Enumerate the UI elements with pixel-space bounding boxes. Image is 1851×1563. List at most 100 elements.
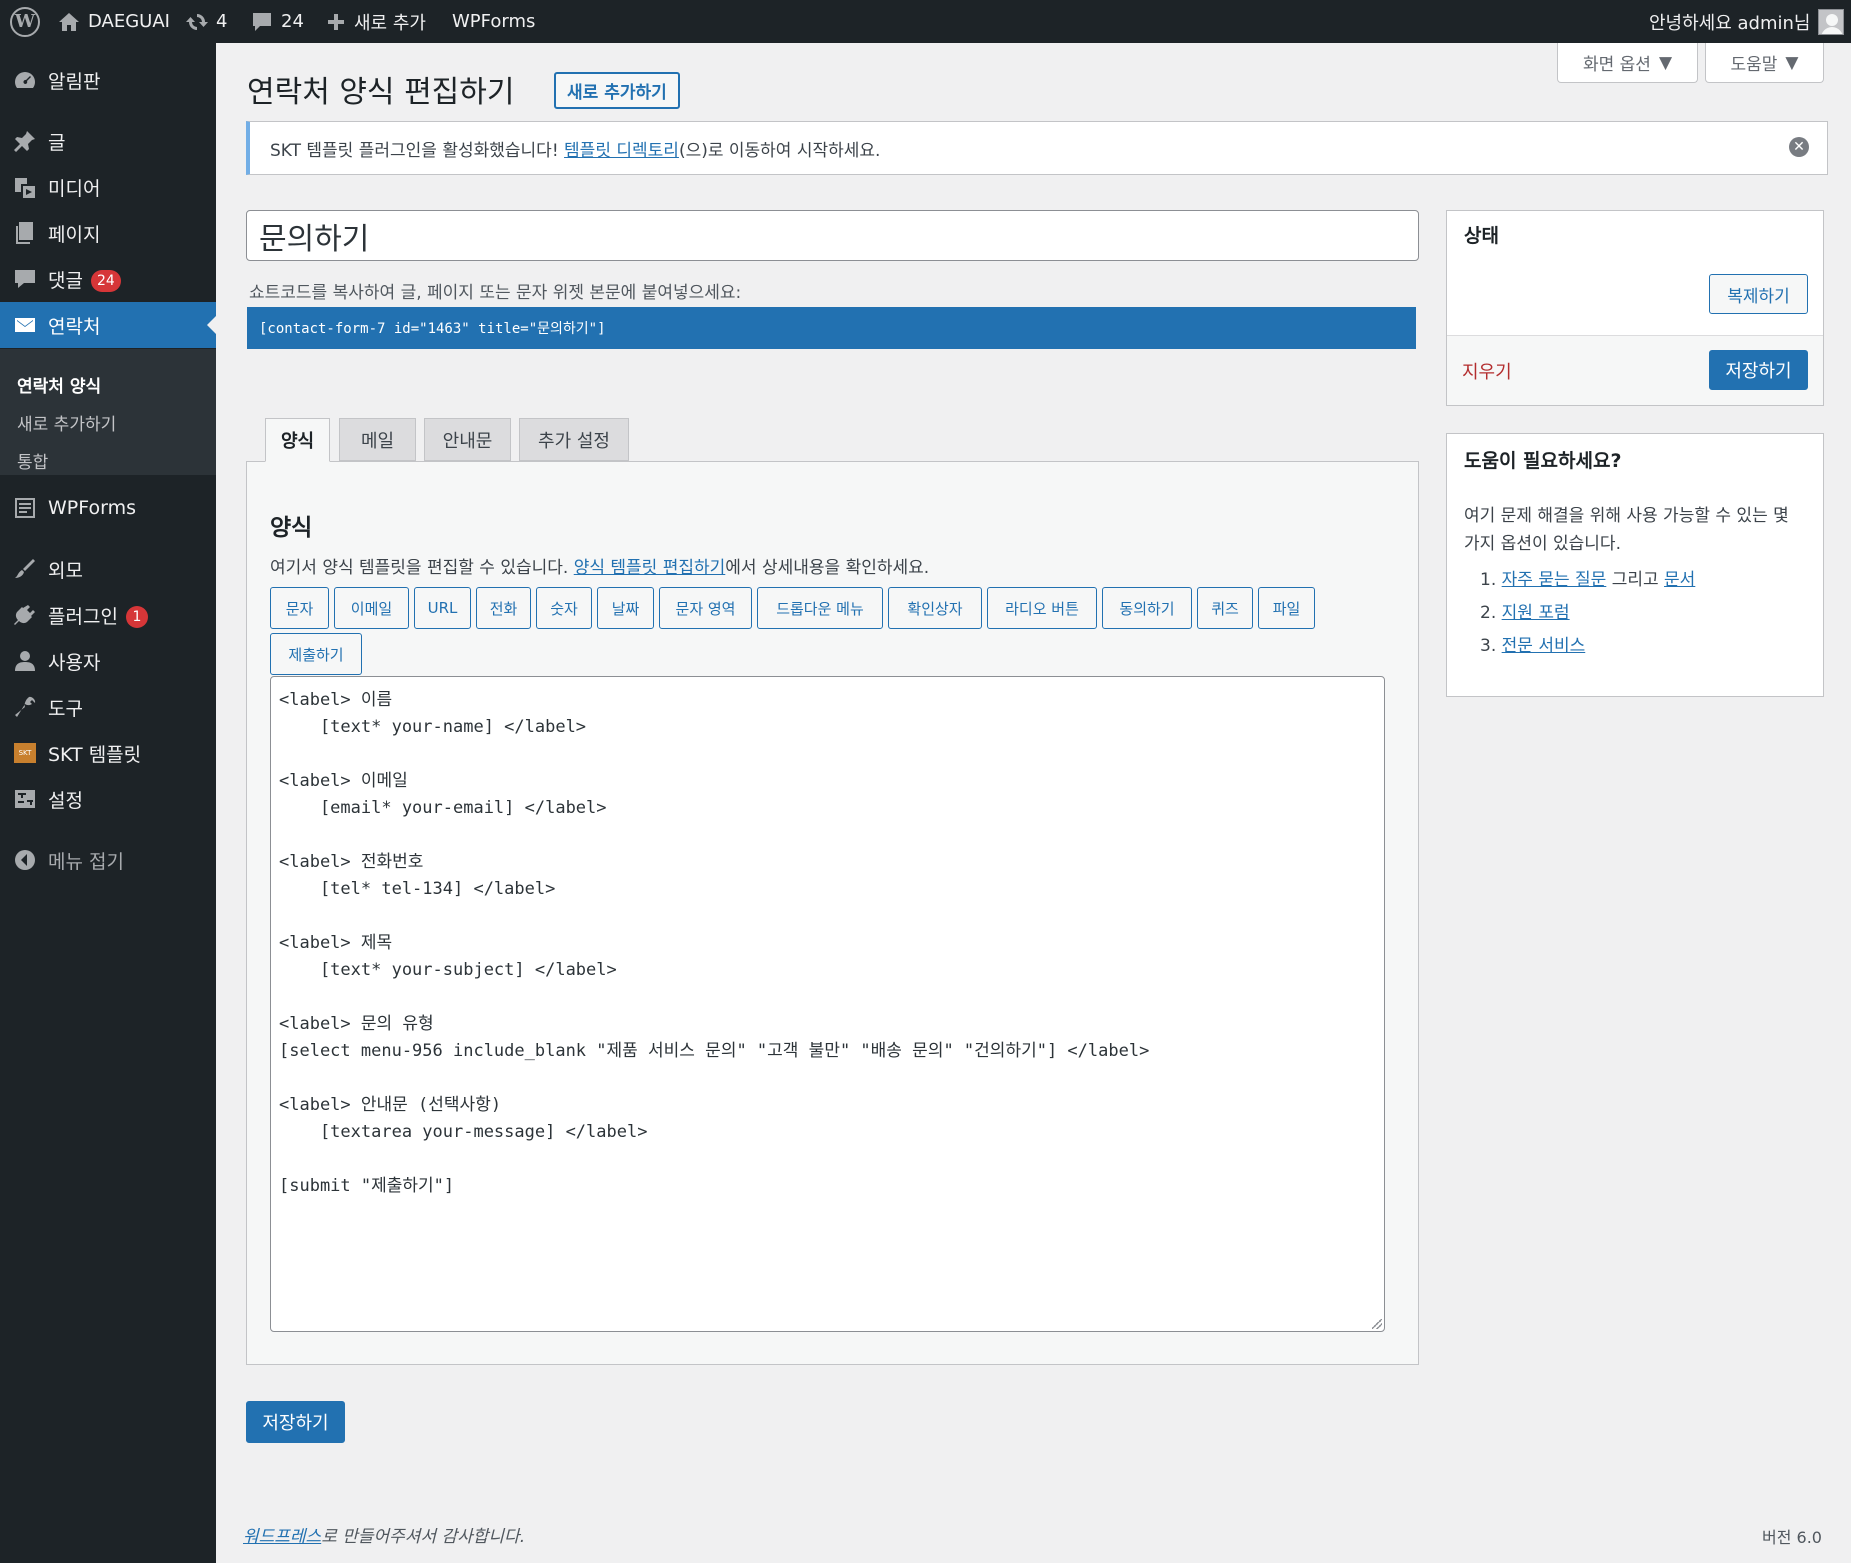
sidebar-item-media[interactable]: 미디어: [0, 164, 216, 210]
tag-button-radio[interactable]: 라디오 버튼: [987, 587, 1097, 629]
tag-button-number[interactable]: 숫자: [536, 587, 592, 629]
account-menu[interactable]: 안녕하세요 admin님: [1649, 0, 1845, 43]
tag-button-text[interactable]: 문자: [270, 587, 329, 629]
page-title: 연락처 양식 편집하기: [247, 75, 515, 110]
sidebar-item-label: 도구: [48, 697, 83, 720]
template-directory-link[interactable]: 템플릿 디렉토리: [564, 141, 679, 161]
tag-button-file[interactable]: 파일: [1258, 587, 1315, 629]
wpforms-link[interactable]: WPForms: [452, 0, 535, 43]
form-template-editor[interactable]: <label> 이름 [text* your-name] </label> <l…: [270, 676, 1385, 1332]
dismiss-icon[interactable]: ✕: [1789, 137, 1809, 157]
site-name: DAEGUAI: [88, 11, 170, 32]
tab-messages[interactable]: 안내문: [424, 418, 511, 461]
professional-services-link[interactable]: 전문 서비스: [1502, 636, 1586, 656]
footer-credit: 워드프레스로 만들어주셔서 감사합니다.: [243, 1527, 526, 1547]
appearance-icon: [12, 556, 38, 582]
tag-button-date[interactable]: 날짜: [597, 587, 654, 629]
sidebar-item-skt-templates[interactable]: SKT SKT 템플릿: [0, 730, 216, 776]
sidebar-item-dashboard[interactable]: 알림판: [0, 57, 216, 103]
screen-options-button[interactable]: 화면 옵션 ▼: [1557, 43, 1698, 83]
tag-button-email[interactable]: 이메일: [334, 587, 409, 629]
comments-link[interactable]: 24: [251, 0, 304, 43]
tools-icon: [12, 694, 38, 720]
help-box-title: 도움이 필요하세요?: [1464, 450, 1622, 472]
sidebar-item-wpforms[interactable]: WPForms: [0, 485, 216, 531]
wordpress-logo-icon[interactable]: W: [10, 0, 40, 43]
sidebar-item-posts[interactable]: 글: [0, 118, 216, 164]
support-forum-link[interactable]: 지원 포럼: [1502, 603, 1570, 623]
form-title-input[interactable]: 문의하기: [246, 210, 1419, 261]
updates-count: 4: [216, 11, 228, 32]
tag-button-quiz[interactable]: 퀴즈: [1197, 587, 1253, 629]
form-panel: 양식 여기서 양식 템플릿을 편집할 수 있습니다. 양식 템플릿 편집하기에서…: [246, 461, 1419, 1365]
sidebar-item-label: 알림판: [48, 70, 101, 93]
sidebar-item-label: SKT 템플릿: [48, 743, 142, 766]
sidebar-item-label: 설정: [48, 789, 83, 812]
sidebar-item-label: WPForms: [48, 497, 137, 519]
sidebar-item-contact[interactable]: 연락처: [0, 302, 216, 348]
edit-template-link[interactable]: 양식 템플릿 편집하기: [574, 558, 726, 578]
tag-button-checkbox[interactable]: 확인상자: [888, 587, 982, 629]
submenu-add-new[interactable]: 새로 추가하기: [17, 410, 116, 435]
help-box: 도움이 필요하세요? 여기 문제 해결을 위해 사용 가능할 수 있는 몇 가지…: [1446, 433, 1824, 697]
dashboard-icon: [12, 67, 38, 93]
home-icon: [59, 12, 79, 31]
tag-button-tel[interactable]: 전화: [476, 587, 531, 629]
avatar: [1818, 8, 1845, 35]
collapse-menu-button[interactable]: 메뉴 접기: [0, 837, 216, 883]
duplicate-button[interactable]: 복제하기: [1709, 274, 1808, 314]
contact-submenu: 연락처 양식 새로 추가하기 통합: [0, 349, 216, 475]
sidebar-item-settings[interactable]: 설정: [0, 776, 216, 822]
sidebar-item-label: 댓글 24: [48, 266, 121, 293]
shortcode-field[interactable]: [contact-form-7 id="1463" title="문의하기"]: [247, 307, 1416, 349]
triangle-down-icon: ▼: [1658, 52, 1673, 73]
new-content-link[interactable]: 새로 추가: [326, 0, 426, 43]
save-button[interactable]: 저장하기: [246, 1401, 345, 1443]
tag-button-textarea[interactable]: 문자 영역: [659, 587, 752, 629]
sidebar-item-label: 글: [48, 131, 66, 154]
footer-version: 버전 6.0: [1762, 1528, 1822, 1547]
submenu-contact-forms[interactable]: 연락처 양식: [17, 372, 101, 397]
updates-icon: [186, 13, 208, 30]
pages-icon: [12, 220, 38, 246]
save-button-side[interactable]: 저장하기: [1709, 350, 1808, 390]
resize-handle-icon[interactable]: [1372, 1319, 1382, 1329]
status-box-actions: 지우기 저장하기: [1447, 335, 1823, 405]
notice-text: SKT 템플릿 플러그인을 활성화했습니다! 템플릿 디렉토리(으)로 이동하여…: [270, 140, 881, 161]
plus-icon: [328, 13, 344, 30]
add-new-button[interactable]: 새로 추가하기: [554, 72, 680, 109]
tag-button-acceptance[interactable]: 동의하기: [1102, 587, 1192, 629]
submenu-integration[interactable]: 통합: [17, 448, 48, 473]
sidebar-item-users[interactable]: 사용자: [0, 638, 216, 684]
admin-sidebar: 알림판 글 미디어 페이지 댓글 24 연락처 연락처 양식 새로 추가하기 통합…: [0, 43, 216, 1563]
status-box: 상태 복제하기 지우기 저장하기: [1446, 210, 1824, 406]
panel-title: 양식: [270, 515, 313, 541]
docs-link[interactable]: 문서: [1664, 570, 1695, 590]
tab-additional-settings[interactable]: 추가 설정: [519, 418, 629, 461]
delete-link[interactable]: 지우기: [1462, 358, 1512, 384]
sidebar-item-pages[interactable]: 페이지: [0, 210, 216, 256]
tag-button-url[interactable]: URL: [414, 587, 471, 629]
comments-count: 24: [281, 11, 304, 32]
tab-form[interactable]: 양식: [265, 418, 330, 462]
faq-link[interactable]: 자주 묻는 질문: [1502, 570, 1607, 590]
tag-button-submit[interactable]: 제출하기: [270, 633, 362, 675]
tag-button-dropdown[interactable]: 드롭다운 메뉴: [757, 587, 883, 629]
help-tab-button[interactable]: 도움말 ▼: [1705, 43, 1824, 83]
comments-icon: [12, 266, 38, 292]
sidebar-item-plugins[interactable]: 플러그인 1: [0, 592, 216, 638]
sidebar-item-tools[interactable]: 도구: [0, 684, 216, 730]
updates-link[interactable]: 4: [186, 0, 227, 43]
sidebar-item-comments[interactable]: 댓글 24: [0, 256, 216, 302]
sidebar-item-appearance[interactable]: 외모: [0, 546, 216, 592]
wordpress-link[interactable]: 워드프레스: [243, 1527, 321, 1547]
help-text: 여기 문제 해결을 위해 사용 가능할 수 있는 몇 가지 옵션이 있습니다.: [1464, 506, 1789, 554]
settings-icon: [12, 786, 38, 812]
sidebar-item-label: 플러그인 1: [48, 602, 148, 629]
help-tab-label: 도움말: [1730, 55, 1778, 75]
tab-mail[interactable]: 메일: [339, 418, 416, 461]
main-content: 화면 옵션 ▼ 도움말 ▼ 연락처 양식 편집하기 새로 추가하기 SKT 템플…: [216, 43, 1851, 1563]
sidebar-item-label: 메뉴 접기: [48, 850, 124, 873]
site-name-link[interactable]: DAEGUAI: [58, 0, 170, 43]
comments-badge: 24: [90, 270, 121, 292]
